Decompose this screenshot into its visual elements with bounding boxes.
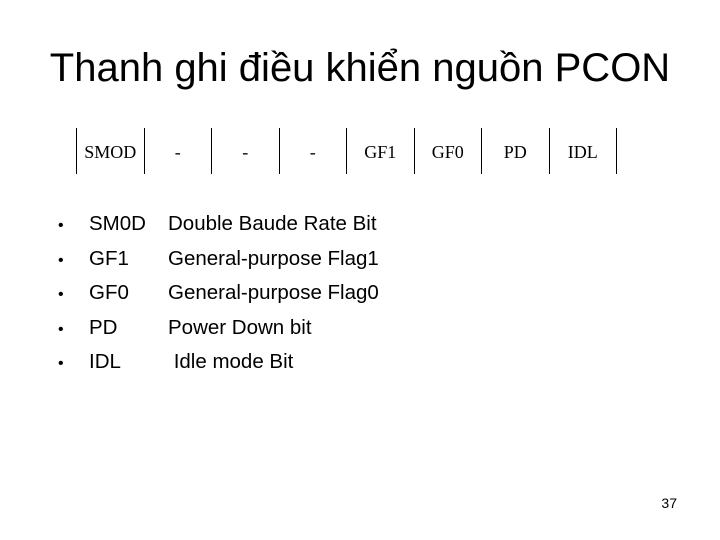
bullet-icon: • bbox=[58, 286, 64, 303]
list-item: • GF0 General-purpose Flag0 bbox=[58, 281, 379, 316]
pcon-register-table: SMOD - - - GF1 GF0 PD IDL bbox=[76, 128, 617, 174]
bit-description: General-purpose Flag1 bbox=[168, 246, 379, 270]
bit-name: GF1 bbox=[89, 246, 129, 270]
bullet-icon: • bbox=[58, 355, 64, 372]
bit-name: GF0 bbox=[89, 281, 129, 304]
bit-description: Power Down bit bbox=[168, 315, 312, 339]
register-bit-0: IDL bbox=[550, 128, 617, 174]
register-bit-7: SMOD bbox=[77, 128, 145, 174]
bit-name: PD bbox=[89, 315, 118, 339]
bullet-icon: • bbox=[58, 251, 64, 269]
register-bit-3: GF1 bbox=[347, 128, 415, 174]
register-bit-4: - bbox=[280, 128, 347, 174]
page-number: 37 bbox=[661, 495, 677, 511]
bit-description-list: • SM0D Double Baude Rate Bit • GF1 Gener… bbox=[58, 212, 379, 385]
register-bit-1: PD bbox=[482, 128, 550, 174]
list-item: • IDL Idle mode Bit bbox=[58, 350, 379, 385]
bullet-icon: • bbox=[58, 217, 64, 234]
list-item: • GF1 General-purpose Flag1 bbox=[58, 247, 379, 282]
list-item: • SM0D Double Baude Rate Bit bbox=[58, 212, 379, 247]
bullet-icon: • bbox=[58, 320, 64, 338]
slide-title: Thanh ghi điều khiển nguồn PCON bbox=[49, 46, 671, 90]
bit-description: Idle mode Bit bbox=[168, 350, 294, 373]
bit-description: Double Baude Rate Bit bbox=[168, 212, 377, 235]
list-item: • PD Power Down bit bbox=[58, 316, 379, 351]
bit-name: SM0D bbox=[89, 212, 146, 235]
register-bit-5: - bbox=[212, 128, 280, 174]
register-bit-2: GF0 bbox=[415, 128, 482, 174]
bit-name: IDL bbox=[89, 350, 121, 373]
bit-description: General-purpose Flag0 bbox=[168, 281, 379, 304]
register-bit-6: - bbox=[145, 128, 212, 174]
